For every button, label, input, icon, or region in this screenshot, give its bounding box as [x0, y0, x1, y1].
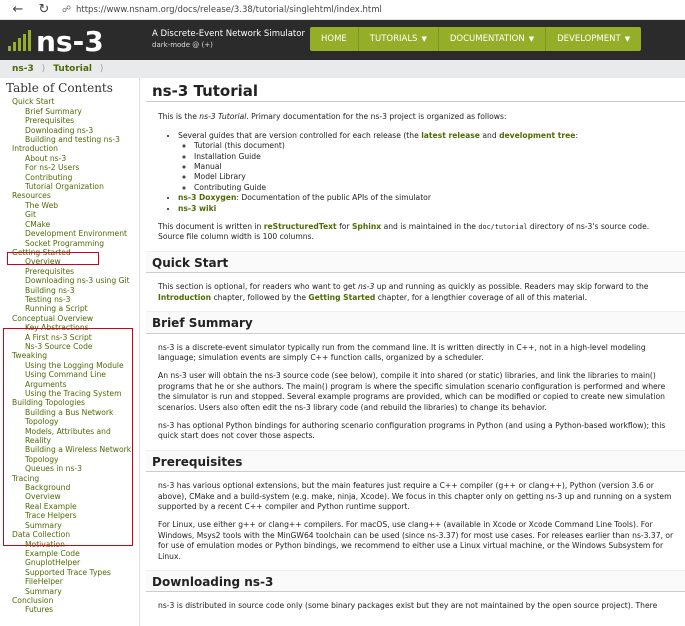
- top-nav: HOME TUTORIALS ▼ DOCUMENTATION ▼ DEVELOPME…: [310, 27, 642, 51]
- toc-subsection-link[interactable]: Brief Summary: [0, 107, 139, 116]
- toc-subsection-link[interactable]: Supported Trace Types: [0, 568, 139, 577]
- doc-list: Several guides that are version controll…: [146, 131, 685, 214]
- toc-subsection-link[interactable]: Building ns-3: [0, 286, 139, 295]
- doxygen-link[interactable]: ns-3 Doxygen: [178, 193, 236, 202]
- section-heading: Quick Start: [146, 250, 685, 274]
- list-item: Manual: [194, 162, 685, 172]
- site-header: ns-3 A Discrete-Event Network Simulator …: [0, 20, 685, 60]
- toc-section-link[interactable]: Introduction: [0, 144, 139, 153]
- browser-toolbar: ← ↻ ☍ https://www.nsnam.org/docs/release/…: [0, 0, 685, 20]
- toc-subsection-link[interactable]: Git: [0, 210, 139, 219]
- quick-start-paragraph: This section is optional, for readers wh…: [158, 282, 649, 302]
- toc-subsection-link[interactable]: Summary: [0, 587, 139, 596]
- toc-subsection-link[interactable]: FileHelper: [0, 577, 139, 586]
- back-icon[interactable]: ←: [10, 2, 26, 18]
- list-item: ns-3 Doxygen: Documentation of the publi…: [178, 193, 685, 203]
- list-item: Contributing Guide: [194, 183, 685, 193]
- list-item: Several guides that are version controll…: [178, 131, 685, 193]
- breadcrumb-separator-icon: ⟩: [41, 64, 46, 74]
- latest-release-link[interactable]: latest release: [421, 131, 480, 140]
- svg-text:ns-3: ns-3: [36, 26, 104, 54]
- toc-subsection-link[interactable]: CMake: [0, 220, 139, 229]
- toc-subsection-link[interactable]: Building and testing ns-3: [0, 135, 139, 144]
- toc-subsection-link[interactable]: For ns-2 Users: [0, 163, 139, 172]
- list-item: Tutorial (this document): [194, 141, 685, 151]
- reload-icon[interactable]: ↻: [36, 2, 52, 18]
- breadcrumb-tutorial[interactable]: Tutorial: [53, 64, 92, 74]
- toc-subsection-link[interactable]: GnuplotHelper: [0, 558, 139, 567]
- paragraph: For Linux, use either g++ or clang++ com…: [158, 520, 674, 561]
- toc-subsection-link[interactable]: Prerequisites: [0, 116, 139, 125]
- list-item: Installation Guide: [194, 152, 685, 162]
- toc-subsection-link[interactable]: Downloading ns-3: [0, 126, 139, 135]
- site-tagline: A Discrete-Event Network Simulator dark-…: [152, 29, 305, 51]
- toc-section-link[interactable]: Quick Start: [0, 97, 139, 106]
- toc-subsection-link[interactable]: Socket Programming: [0, 239, 139, 248]
- guide-sublist: Tutorial (this document) Installation Gu…: [178, 141, 685, 193]
- toc-subsection-link[interactable]: Prerequisites: [0, 267, 139, 276]
- highlight-box: [3, 328, 133, 546]
- tagline-text: A Discrete-Event Network Simulator: [152, 29, 305, 39]
- introduction-link[interactable]: Introduction: [158, 293, 211, 302]
- paragraph: ns-3 has various optional extensions, bu…: [158, 481, 672, 511]
- darkmode-text[interactable]: dark-mode @ (+): [152, 40, 305, 51]
- toc-subsection-link[interactable]: Contributing: [0, 173, 139, 182]
- toc-subsection-link[interactable]: Futures: [0, 605, 139, 614]
- page-title: ns-3 Tutorial: [146, 78, 685, 103]
- sidebar-toc: Table of Contents Quick Start Brief Summa…: [0, 78, 140, 626]
- ns3-logo[interactable]: ns-3: [6, 26, 136, 54]
- chevron-down-icon: ▼: [421, 35, 427, 43]
- sphinx-link[interactable]: Sphinx: [352, 222, 381, 231]
- section-heading: Prerequisites: [146, 449, 685, 473]
- breadcrumb-ns3[interactable]: ns-3: [12, 64, 34, 74]
- written-paragraph: This document is written in reStructured…: [158, 222, 650, 242]
- nav-development[interactable]: DEVELOPMENT ▼: [546, 27, 641, 51]
- chevron-down-icon: ▼: [528, 35, 535, 43]
- rst-link[interactable]: reStructuredText: [264, 222, 337, 231]
- highlight-box: [7, 252, 99, 265]
- toc-section-link[interactable]: Resources: [0, 191, 139, 200]
- list-item: ns-3 wiki: [178, 204, 685, 214]
- code-path: doc/tutorial: [478, 223, 528, 232]
- toc-subsection-link[interactable]: Downloading ns-3 using Git: [0, 276, 139, 285]
- toc-subsection-link[interactable]: Running a Script: [0, 304, 139, 313]
- toc-subsection-link[interactable]: Development Environment: [0, 229, 139, 238]
- nav-home[interactable]: HOME: [310, 27, 359, 51]
- nav-documentation[interactable]: DOCUMENTATION ▼: [439, 27, 547, 51]
- toc-section-link[interactable]: Conceptual Overview: [0, 314, 139, 323]
- toc-subsection-link[interactable]: Example Code: [0, 549, 139, 558]
- paragraph: ns-3 has optional Python bindings for au…: [158, 420, 666, 441]
- wiki-link[interactable]: ns-3 wiki: [178, 204, 216, 213]
- breadcrumb: ns-3 ⟩ Tutorial ⟩: [0, 60, 685, 78]
- paragraph: An ns-3 user will obtain the ns-3 source…: [158, 371, 666, 412]
- toc-section-link[interactable]: Conclusion: [0, 596, 139, 605]
- toc-subsection-link[interactable]: Testing ns-3: [0, 295, 139, 304]
- list-item: Model Library: [194, 172, 685, 182]
- development-tree-link[interactable]: development tree: [499, 131, 575, 140]
- main-content: ns-3 Tutorial This is the ns-3 Tutorial.…: [146, 78, 685, 626]
- site-info-icon[interactable]: ☍: [62, 2, 76, 18]
- address-bar[interactable]: ☍ https://www.nsnam.org/docs/release/3.38…: [62, 2, 622, 18]
- breadcrumb-separator-icon: ⟩: [100, 64, 104, 74]
- toc-subsection-link[interactable]: About ns-3: [0, 154, 139, 163]
- getting-started-link[interactable]: Getting Started: [308, 293, 375, 302]
- url-text: https://www.nsnam.org/docs/release/3.38/…: [76, 5, 382, 15]
- paragraph: ns-3 is a discrete-event simulator typic…: [158, 342, 646, 362]
- toc-title: Table of Contents: [6, 81, 113, 95]
- section-heading: Downloading ns-3: [146, 570, 685, 593]
- section-heading: Brief Summary: [146, 311, 685, 334]
- paragraph: ns-3 is distributed in source code only …: [158, 601, 658, 611]
- chevron-down-icon: ▼: [624, 35, 631, 43]
- intro-paragraph: This is the ns-3 Tutorial. Primary docum…: [158, 112, 507, 122]
- toc-subsection-link[interactable]: Tutorial Organization: [0, 182, 139, 191]
- nav-tutorials[interactable]: TUTORIALS ▼: [359, 27, 439, 51]
- toc-subsection-link[interactable]: The Web: [0, 201, 139, 210]
